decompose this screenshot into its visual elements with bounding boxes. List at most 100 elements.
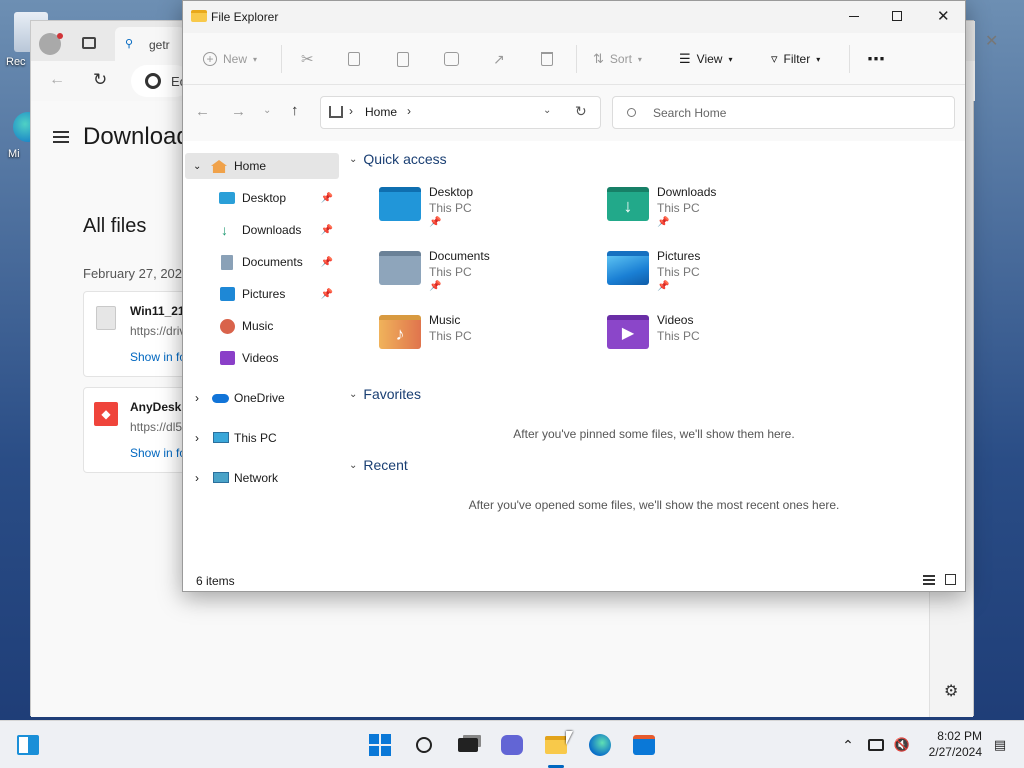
nav-item-videos[interactable]: Videos (185, 345, 339, 371)
volume-button[interactable]: 🔇 (886, 729, 918, 761)
copy-button[interactable] (348, 33, 360, 85)
delete-button[interactable] (541, 33, 553, 85)
back-icon[interactable]: ← (49, 71, 65, 89)
address-box[interactable]: › Home › ⌄ ↻ (320, 96, 601, 129)
show-in-folder-link[interactable]: Show in fo (130, 446, 186, 460)
more-icon: ⋯ (867, 48, 885, 69)
music-folder-icon: ♪ (379, 315, 421, 349)
clock[interactable]: 8:02 PM 2/27/2024 (916, 728, 982, 760)
recent-locations-icon[interactable]: ⌄ (263, 105, 271, 116)
settings-icon[interactable]: ⚙ (944, 681, 958, 701)
close-button[interactable]: ✕ (937, 7, 950, 25)
section-title: Favorites (363, 386, 421, 402)
search-box[interactable]: Search Home (612, 96, 955, 129)
nav-item-music[interactable]: Music (185, 313, 339, 339)
back-icon[interactable]: ← (195, 103, 210, 120)
forward-icon[interactable]: → (231, 103, 246, 120)
paste-icon (397, 51, 409, 67)
window-title: File Explorer (211, 10, 279, 24)
paste-button[interactable] (397, 33, 409, 85)
videos-icon (220, 351, 235, 365)
hamburger-icon[interactable] (53, 131, 69, 143)
download-name: Win11_21 (130, 304, 185, 318)
search-button[interactable] (408, 729, 440, 761)
sort-icon: ⇅ (593, 51, 604, 66)
notifications-button[interactable]: ▤ (984, 729, 1016, 761)
edge-taskbar-button[interactable] (584, 729, 616, 761)
nav-item-onedrive[interactable]: › OneDrive (185, 385, 339, 411)
breadcrumb-home[interactable]: Home (365, 105, 397, 119)
view-button[interactable]: ☰ View ▾ (679, 33, 732, 85)
pin-icon: 📌 (657, 281, 670, 292)
recent-empty-message: After you've opened some files, we'll sh… (468, 498, 840, 512)
address-row: ← → ⌄ ↑ › Home › ⌄ ↻ Search Home (183, 85, 965, 141)
filter-label: Filter (783, 52, 811, 66)
refresh-icon[interactable]: ↻ (93, 70, 107, 90)
anydesk-icon: ◆ (94, 402, 118, 426)
quick-access-item[interactable]: Documents This PC 📌 (379, 247, 579, 299)
nav-item-documents[interactable]: Documents 📌 (185, 249, 339, 275)
share-button[interactable]: ↗ (493, 33, 505, 85)
chat-button[interactable] (496, 729, 528, 761)
chevron-down-icon: ▾ (728, 54, 733, 64)
close-icon[interactable]: ✕ (985, 31, 998, 51)
quick-access-item[interactable]: ▶ Videos This PC (607, 311, 807, 363)
minimize-button[interactable] (849, 16, 859, 17)
nav-item-network[interactable]: › Network (185, 465, 339, 491)
nav-item-downloads[interactable]: ↓ Downloads 📌 (185, 217, 339, 243)
music-icon (220, 319, 235, 334)
quick-access-item[interactable]: Desktop This PC 📌 (379, 183, 579, 235)
rename-button[interactable] (444, 33, 459, 85)
new-button[interactable]: + New ▾ (203, 33, 257, 85)
view-icon: ☰ (679, 51, 691, 66)
item-count: 6 items (196, 574, 235, 588)
address-dropdown-icon[interactable]: ⌄ (543, 105, 551, 116)
up-icon[interactable]: ↑ (291, 102, 299, 119)
nav-label: Home (234, 159, 267, 173)
widgets-button[interactable] (12, 729, 44, 761)
quick-access-item[interactable]: Pictures This PC 📌 (607, 247, 807, 299)
quick-access-item[interactable]: ♪ Music This PC (379, 311, 579, 363)
expand-chevron-icon: ⌄ (193, 160, 202, 172)
expand-chevron-icon: › (195, 471, 199, 485)
store-taskbar-button[interactable] (628, 729, 660, 761)
profile-notification-dot (57, 33, 63, 39)
details-view-icon[interactable] (923, 575, 935, 585)
maximize-button[interactable] (892, 11, 902, 21)
task-view-button[interactable] (452, 729, 484, 761)
nav-label: This PC (234, 431, 277, 445)
section-title: Recent (363, 457, 408, 473)
favorites-empty-message: After you've pinned some files, we'll sh… (513, 427, 795, 441)
more-options-button[interactable]: ⋯ (867, 33, 885, 85)
nav-label: Downloads (242, 223, 302, 237)
nav-item-home[interactable]: ⌄ Home (185, 153, 339, 179)
chevron-down-icon: ▾ (816, 54, 821, 64)
windows-logo-icon (369, 734, 391, 756)
nav-item-pictures[interactable]: Pictures 📌 (185, 281, 339, 307)
start-button[interactable] (364, 729, 396, 761)
pin-icon: 📌 (429, 217, 442, 228)
large-icons-view-icon[interactable] (945, 574, 956, 585)
sort-button[interactable]: ⇅ Sort ▾ (593, 33, 642, 85)
store-icon (633, 735, 655, 755)
filter-button[interactable]: ▿ Filter ▾ (771, 33, 820, 85)
show-in-folder-link[interactable]: Show in fo (130, 350, 186, 364)
search-icon (627, 108, 636, 117)
nav-label: Videos (242, 351, 279, 365)
item-location: This PC (429, 265, 472, 279)
refresh-icon[interactable]: ↻ (575, 103, 587, 120)
nav-label: Desktop (242, 191, 287, 205)
cut-button[interactable]: ✂ (301, 33, 314, 85)
quick-access-item[interactable]: ↓ Downloads This PC 📌 (607, 183, 807, 235)
nav-item-desktop[interactable]: Desktop 📌 (185, 185, 339, 211)
add-circle-icon: + (203, 52, 217, 66)
taskbar: ⌃ 🔇 8:02 PM 2/27/2024 ▤ (0, 720, 1024, 768)
content-pane: ⌄ Quick access Desktop This PC 📌 ↓ Downl… (343, 141, 965, 561)
quick-access-header[interactable]: ⌄ Quick access (349, 151, 447, 167)
tab-actions-icon[interactable] (82, 37, 96, 49)
nav-label: OneDrive (234, 391, 285, 405)
nav-item-this-pc[interactable]: › This PC (185, 425, 339, 451)
browser-tab[interactable]: ⚲ getr (115, 27, 185, 61)
favorites-header[interactable]: ⌄ Favorites (349, 386, 421, 402)
recent-header[interactable]: ⌄ Recent (349, 457, 408, 473)
